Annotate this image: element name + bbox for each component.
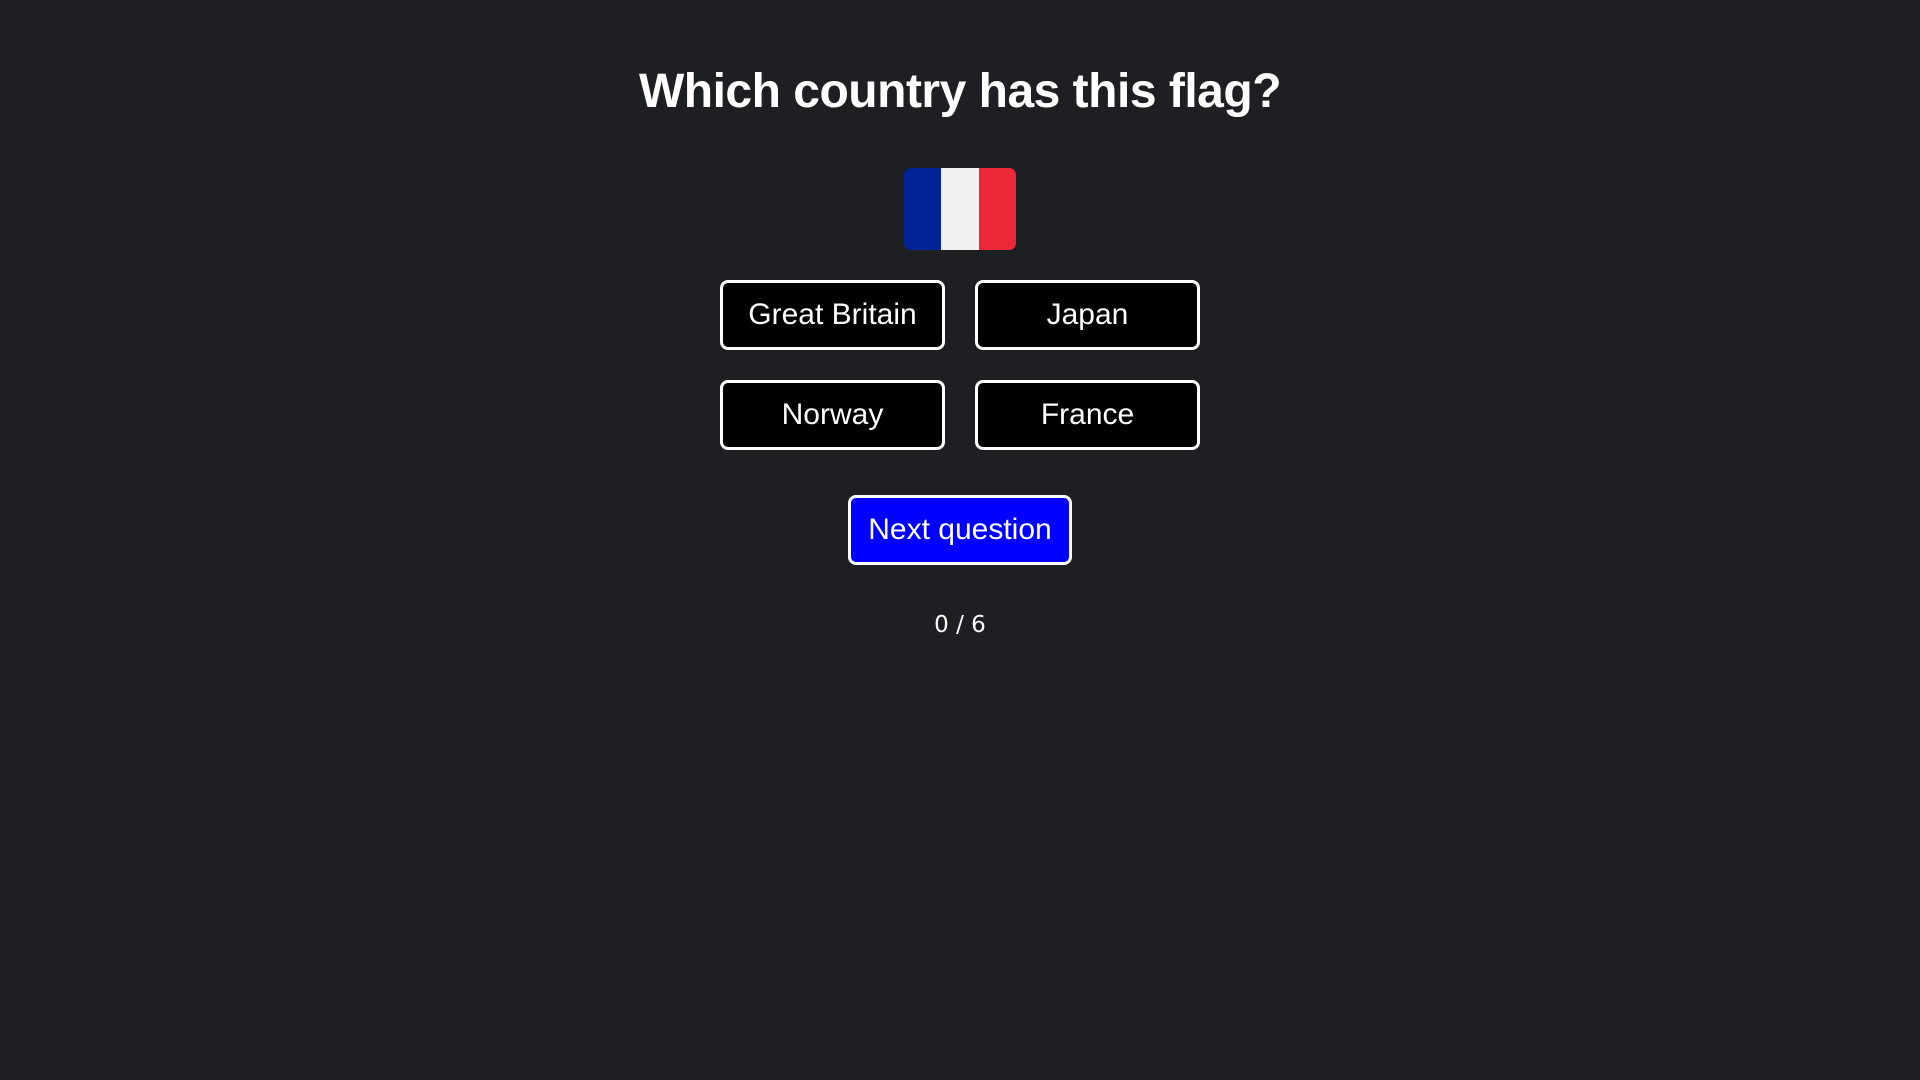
answer-button-france[interactable]: France (975, 380, 1200, 450)
flag-stripe-white (941, 168, 979, 250)
flag-stripe-blue (904, 168, 942, 250)
question-title: Which country has this flag? (638, 65, 1282, 118)
answer-options: Great Britain Japan Norway France (720, 280, 1200, 450)
france-flag-icon (904, 168, 1016, 250)
score-counter: 0 / 6 (934, 612, 986, 638)
quiz-page: Which country has this flag? Great Brita… (0, 0, 1920, 1080)
flag-stripe-red (978, 168, 1016, 250)
answer-button-norway[interactable]: Norway (720, 380, 945, 450)
answer-button-japan[interactable]: Japan (975, 280, 1200, 350)
answer-button-great-britain[interactable]: Great Britain (720, 280, 945, 350)
next-question-button[interactable]: Next question (848, 495, 1072, 565)
